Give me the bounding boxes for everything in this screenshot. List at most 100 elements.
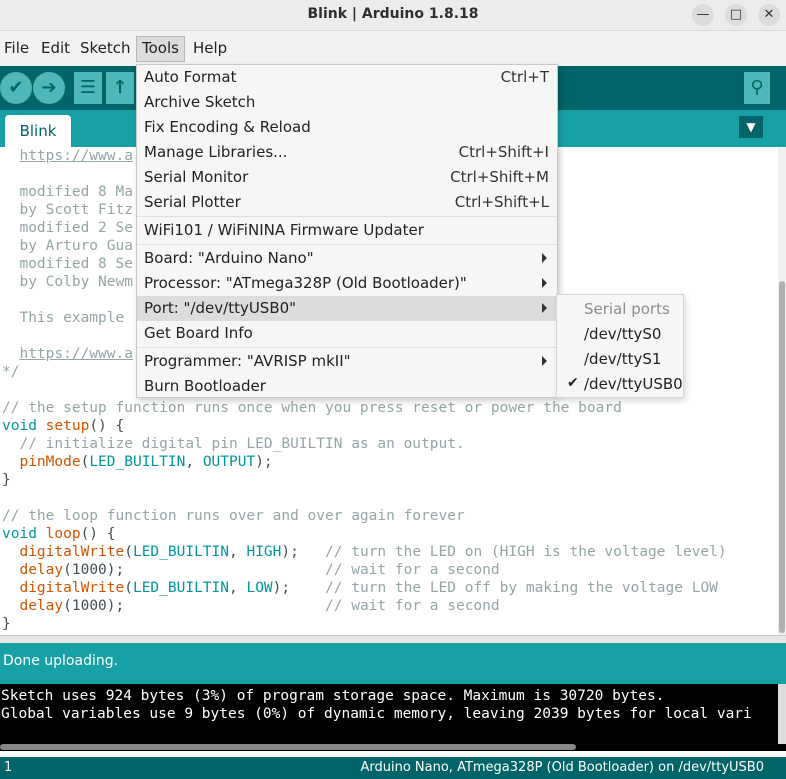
code-token: This example xyxy=(2,310,133,326)
tab-blink[interactable]: Blink xyxy=(5,115,71,147)
code-token: digitalWrite xyxy=(19,544,125,560)
menu-edit[interactable]: Edit xyxy=(41,39,70,57)
code-token: delay xyxy=(19,562,64,578)
menu-item-label: Programmer: "AVRISP mkII" xyxy=(144,352,351,370)
menu-item-burn-bootloader[interactable]: Burn Bootloader xyxy=(137,374,557,399)
menu-item-label: Manage Libraries... xyxy=(144,143,288,161)
editor-scrollbar-thumb[interactable] xyxy=(779,281,785,633)
port-item[interactable]: /dev/ttyS1 xyxy=(557,347,683,372)
console-line: Global variables use 9 bytes (0%) of dyn… xyxy=(1,706,752,722)
code-token: (1000); xyxy=(63,598,326,614)
menu-separator xyxy=(137,347,557,348)
code-token: // wait for a second xyxy=(325,598,500,614)
code-token: LOW xyxy=(246,580,273,596)
menu-item-label: Auto Format xyxy=(144,68,237,86)
new-file-icon[interactable]: ☰ xyxy=(74,72,102,104)
menu-item-board[interactable]: Board: "Arduino Nano" xyxy=(137,246,557,271)
code-line[interactable]: void setup() { xyxy=(2,417,727,435)
code-line[interactable]: // the setup function runs once when you… xyxy=(2,399,727,417)
console-output[interactable]: Sketch uses 924 bytes (3%) of program st… xyxy=(0,681,786,751)
menu-item-firmware-updater[interactable]: WiFi101 / WiFiNINA Firmware Updater xyxy=(137,218,557,243)
code-token: // wait for a second xyxy=(325,562,500,578)
code-token: modified 8 Se xyxy=(2,256,133,272)
check-icon: ✔ xyxy=(567,375,579,391)
code-line[interactable]: digitalWrite(LED_BUILTIN, LOW); // turn … xyxy=(2,579,727,597)
menu-item-port[interactable]: Port: "/dev/ttyUSB0" xyxy=(137,296,557,321)
code-token: loop xyxy=(45,526,81,542)
tab-menu-icon[interactable]: ▼ xyxy=(739,116,763,138)
menu-item-manage-libraries[interactable]: Manage Libraries... Ctrl+Shift+I xyxy=(137,140,557,165)
arrow-right-icon[interactable]: ➔ xyxy=(33,72,65,104)
submenu-arrow-icon xyxy=(542,303,547,313)
code-line[interactable]: pinMode(LED_BUILTIN, OUTPUT); xyxy=(2,453,727,471)
menu-item-label: Processor: "ATmega328P (Old Bootloader)" xyxy=(144,274,467,292)
menu-item-label: Board: "Arduino Nano" xyxy=(144,249,314,267)
code-token: by Scott Fitz xyxy=(2,202,133,218)
port-label: /dev/ttyS0 xyxy=(584,325,662,343)
code-token: pinMode xyxy=(19,454,81,470)
maximize-button[interactable]: □ xyxy=(725,4,747,26)
tools-menu: Auto Format Ctrl+T Archive Sketch Fix Enc… xyxy=(136,64,558,398)
port-item[interactable]: /dev/ttyS0 xyxy=(557,322,683,347)
code-line[interactable]: // initialize digital pin LED_BUILTIN as… xyxy=(2,435,727,453)
port-item-selected[interactable]: ✔ /dev/ttyUSB0 xyxy=(557,372,683,397)
menu-item-shortcut: Ctrl+Shift+I xyxy=(458,143,549,161)
open-icon[interactable]: ↑ xyxy=(106,72,134,104)
code-token: delay xyxy=(19,598,64,614)
port-label: /dev/ttyS1 xyxy=(584,350,662,368)
code-line[interactable]: digitalWrite(LED_BUILTIN, HIGH); // turn… xyxy=(2,543,727,561)
code-token: ); xyxy=(272,580,326,596)
code-token: modified 8 Ma xyxy=(2,184,133,200)
code-token: HIGH xyxy=(246,544,282,560)
minimize-button[interactable]: — xyxy=(692,4,714,26)
code-line[interactable]: } xyxy=(2,615,727,633)
menu-separator xyxy=(137,244,557,245)
menu-item-serial-plotter[interactable]: Serial Plotter Ctrl+Shift+L xyxy=(137,190,557,215)
console-text: Sketch uses 924 bytes (3%) of program st… xyxy=(1,687,752,723)
panel-divider[interactable] xyxy=(0,635,786,643)
code-line[interactable]: void loop() { xyxy=(2,525,727,543)
menu-sketch[interactable]: Sketch xyxy=(80,39,131,57)
menu-tools[interactable]: Tools xyxy=(136,36,185,62)
menu-item-archive-sketch[interactable]: Archive Sketch xyxy=(137,90,557,115)
code-line[interactable]: delay(1000); // wait for a second xyxy=(2,561,727,579)
menu-item-auto-format[interactable]: Auto Format Ctrl+T xyxy=(137,65,557,90)
menu-item-serial-monitor[interactable]: Serial Monitor Ctrl+Shift+M xyxy=(137,165,557,190)
code-token: () { xyxy=(80,526,116,542)
menu-bar: File Edit Sketch Tools Help xyxy=(0,31,786,66)
submenu-arrow-icon xyxy=(542,278,547,288)
code-token: LED_BUILTIN xyxy=(132,580,229,596)
code-line[interactable] xyxy=(2,489,727,507)
code-token: // turn the LED on (HIGH is the voltage … xyxy=(325,544,727,560)
title-bar: Blink | Arduino 1.8.18 — □ ✕ xyxy=(0,0,786,31)
menu-item-programmer[interactable]: Programmer: "AVRISP mkII" xyxy=(137,349,557,374)
menu-item-processor[interactable]: Processor: "ATmega328P (Old Bootloader)" xyxy=(137,271,557,296)
menu-file[interactable]: File xyxy=(4,39,29,57)
code-token: // the setup function runs once when you… xyxy=(2,400,622,416)
code-token: (1000); xyxy=(63,562,326,578)
code-token: by Arturo Gua xyxy=(2,238,133,254)
code-line[interactable]: delay(1000); // wait for a second xyxy=(2,597,727,615)
close-button[interactable]: ✕ xyxy=(758,4,780,26)
console-vscrollbar[interactable] xyxy=(778,684,786,744)
serial-monitor-icon[interactable]: ⚲ xyxy=(744,72,770,104)
editor-scrollbar[interactable] xyxy=(778,147,786,635)
menu-separator xyxy=(137,216,557,217)
menu-item-get-board-info[interactable]: Get Board Info xyxy=(137,321,557,346)
code-line[interactable]: } xyxy=(2,471,727,489)
check-icon[interactable]: ✔ xyxy=(0,72,32,104)
console-hscrollbar[interactable] xyxy=(0,744,576,750)
code-token: modified 2 Se xyxy=(2,220,133,236)
menu-help[interactable]: Help xyxy=(193,39,227,57)
console-line: Sketch uses 924 bytes (3%) of program st… xyxy=(1,688,665,704)
port-label: /dev/ttyUSB0 xyxy=(584,375,683,393)
code-line[interactable]: // the loop function runs over and over … xyxy=(2,507,727,525)
menu-item-shortcut: Ctrl+T xyxy=(500,68,549,86)
menu-item-label: Serial Monitor xyxy=(144,168,249,186)
menu-item-fix-encoding[interactable]: Fix Encoding & Reload xyxy=(137,115,557,140)
menu-item-shortcut: Ctrl+Shift+M xyxy=(450,168,549,186)
code-token: void xyxy=(2,526,37,542)
